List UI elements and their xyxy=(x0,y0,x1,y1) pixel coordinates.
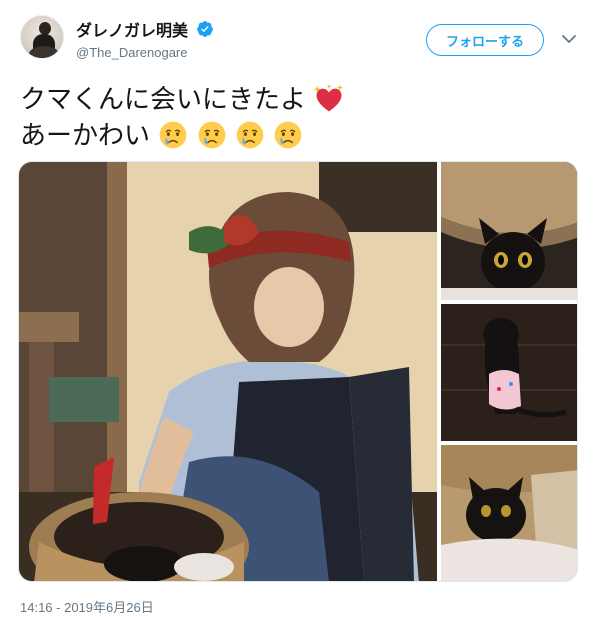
chevron-down-icon[interactable] xyxy=(562,34,576,44)
photo-kitten-on-floor-art xyxy=(441,304,577,441)
avatar-figure-skirt xyxy=(29,46,59,58)
tweet-header: ダレノガレ明美 @The_Darenogare フォローする xyxy=(0,0,596,72)
tweet-timestamp[interactable]: 14:16 - 2019年6月26日 xyxy=(20,597,154,616)
photo-black-kitten-closeup[interactable] xyxy=(441,162,577,300)
tweet-text: クマくんに会いにきたよ あーかわい xyxy=(20,82,580,154)
tweet-line-1: クマくんに会いにきたよ xyxy=(20,82,580,118)
tweet-line-2-text: あーかわい xyxy=(20,121,151,151)
crying-face-icon xyxy=(236,121,264,149)
display-name[interactable]: ダレノガレ明美 xyxy=(76,17,188,41)
avatar[interactable] xyxy=(20,15,64,59)
tweet-line-2: あーかわい xyxy=(20,118,580,154)
tweet-line-1-text: クマくんに会いにきたよ xyxy=(20,85,307,115)
photo-woman-petting-kitten[interactable] xyxy=(19,162,437,581)
crying-face-icon xyxy=(198,121,225,149)
crying-face-icon xyxy=(274,121,302,149)
user-handle[interactable]: @The_Darenogare xyxy=(76,45,214,60)
photo-kitten-in-basket[interactable] xyxy=(441,445,577,581)
photo-kitten-in-basket-art xyxy=(441,445,577,581)
photo-kitten-on-floor[interactable] xyxy=(441,304,577,441)
user-info: ダレノガレ明美 @The_Darenogare xyxy=(76,17,214,60)
photo-black-kitten-closeup-art xyxy=(441,162,577,300)
verified-badge-icon xyxy=(197,21,213,37)
media-grid xyxy=(18,161,578,582)
photo-woman-petting-kitten-art xyxy=(19,162,437,581)
crying-face-icon xyxy=(159,121,187,149)
follow-button[interactable]: フォローする xyxy=(426,24,544,56)
heart-with-sparkles-icon xyxy=(314,84,344,112)
